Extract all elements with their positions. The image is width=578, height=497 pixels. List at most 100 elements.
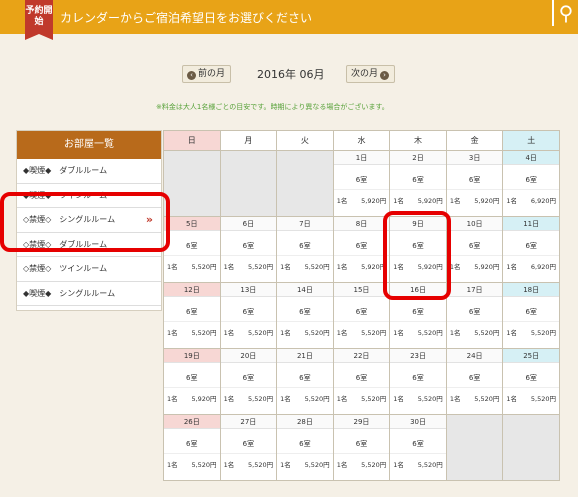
calendar-day-cell[interactable]: 14日 6室 1名 5,520円 <box>276 282 334 349</box>
price-value: 5,520円 <box>474 395 500 403</box>
day-number: 24日 <box>446 349 503 363</box>
rooms-available: 6室 <box>242 374 255 382</box>
next-month-button[interactable]: 次の月 › <box>346 65 396 83</box>
rooms-available: 6室 <box>242 308 255 316</box>
price-row: 1名 5,520円 <box>446 387 503 403</box>
price-row: 1名 5,520円 <box>277 255 333 271</box>
price-value: 5,520円 <box>361 329 387 337</box>
day-number: 28日 <box>277 415 333 429</box>
day-number: 17日 <box>446 283 503 297</box>
guest-count: 1名 <box>449 395 461 403</box>
day-number: 7日 <box>277 217 333 231</box>
calendar-day-cell[interactable]: 2日 6室 1名 5,920円 <box>389 150 447 217</box>
room-item-smoking-single[interactable]: ◆喫煙◆ シングルルーム <box>17 281 161 306</box>
calendar-day-cell[interactable]: 3日 6室 1名 5,920円 <box>445 150 504 217</box>
calendar-day-cell[interactable]: 21日 6室 1名 5,520円 <box>276 348 334 415</box>
calendar-day-cell[interactable]: 18日 6室 1名 5,520円 <box>502 282 560 349</box>
guest-count: 1名 <box>449 263 461 271</box>
calendar-day-cell[interactable]: 1日 6室 1名 5,920円 <box>332 150 391 217</box>
price-value: 5,520円 <box>530 395 556 403</box>
guest-count: 1名 <box>336 461 348 469</box>
price-row: 1名 5,920円 <box>446 189 503 205</box>
current-month: 2016年 06月 <box>257 68 325 81</box>
price-value: 6,920円 <box>530 197 556 205</box>
prev-month-button[interactable]: ‹ 前の月 <box>182 65 232 83</box>
calendar-empty-cell <box>502 414 560 481</box>
rooms-available: 6室 <box>355 242 368 250</box>
weekday-tue: 火 <box>276 130 334 151</box>
guest-count: 1名 <box>393 395 404 403</box>
calendar-day-cell[interactable]: 28日 6室 1名 5,520円 <box>276 414 334 481</box>
price-value: 5,520円 <box>361 395 387 403</box>
calendar-empty-cell <box>163 150 221 217</box>
rooms-available: 6室 <box>468 242 481 250</box>
day-number: 26日 <box>164 415 220 429</box>
room-list-heading: お部屋一覧 <box>17 131 161 159</box>
calendar-day-cell[interactable]: 4日 6室 1名 6,920円 <box>502 150 560 217</box>
day-number: 3日 <box>446 151 503 165</box>
calendar-day-cell[interactable]: 30日 6室 1名 5,520円 <box>389 414 447 481</box>
day-number: 6日 <box>220 217 277 231</box>
calendar-day-cell[interactable]: 22日 6室 1名 5,520円 <box>332 348 391 415</box>
calendar-day-cell[interactable]: 25日 6室 1名 5,520円 <box>502 348 560 415</box>
weekday-thu: 木 <box>389 130 447 151</box>
price-row: 1名 5,520円 <box>277 321 333 337</box>
price-value: 5,520円 <box>417 461 443 469</box>
price-row: 1名 5,520円 <box>390 453 446 469</box>
weekday-wed: 水 <box>332 130 391 151</box>
day-number: 23日 <box>390 349 446 363</box>
calendar-day-cell[interactable]: 15日 6室 1名 5,520円 <box>332 282 391 349</box>
weekday-sat: 土 <box>502 130 560 151</box>
weekday-mon: 月 <box>219 130 278 151</box>
calendar-day-cell[interactable]: 8日 6室 1名 5,920円 <box>332 216 391 283</box>
guest-count: 1名 <box>336 263 348 271</box>
day-number: 13日 <box>220 283 277 297</box>
rooms-available: 6室 <box>299 242 311 250</box>
calendar-day-cell[interactable]: 11日 6室 1名 6,920円 <box>502 216 560 283</box>
guest-count: 1名 <box>167 263 178 271</box>
price-value: 5,920円 <box>361 197 387 205</box>
calendar-week-row: 5日 6室 1名 5,520円 6日 6室 1名 5,520円 7日 6室 1名 5,520円 8日 6室… <box>163 216 560 283</box>
rooms-available: 6室 <box>186 440 198 448</box>
calendar-day-cell[interactable]: 23日 6室 1名 5,520円 <box>389 348 447 415</box>
calendar-day-cell[interactable]: 19日 6室 1名 5,920円 <box>163 348 221 415</box>
rooms-available: 6室 <box>186 308 198 316</box>
search-icon[interactable]: ⚲ <box>552 0 578 26</box>
calendar-day-cell[interactable]: 13日 6室 1名 5,520円 <box>219 282 278 349</box>
price-value: 5,520円 <box>304 395 330 403</box>
calendar-day-cell[interactable]: 20日 6室 1名 5,520円 <box>219 348 278 415</box>
price-value: 5,520円 <box>304 329 330 337</box>
price-value: 5,520円 <box>417 395 443 403</box>
rooms-available: 6室 <box>468 374 481 382</box>
rooms-available: 6室 <box>242 242 255 250</box>
price-row: 1名 5,920円 <box>333 255 390 271</box>
calendar-day-cell[interactable]: 27日 6室 1名 5,520円 <box>219 414 278 481</box>
prev-month-label: 前の月 <box>198 69 226 79</box>
day-number: 15日 <box>333 283 390 297</box>
calendar-day-cell[interactable]: 26日 6室 1名 5,520円 <box>163 414 221 481</box>
calendar-day-cell[interactable]: 29日 6室 1名 5,520円 <box>332 414 391 481</box>
room-item-nonsmoking-twin[interactable]: ◇禁煙◇ ツインルーム <box>17 257 161 282</box>
price-value: 5,520円 <box>417 329 443 337</box>
calendar-day-cell[interactable]: 6日 6室 1名 5,520円 <box>219 216 278 283</box>
calendar-day-cell[interactable]: 24日 6室 1名 5,520円 <box>445 348 504 415</box>
price-row: 1名 5,520円 <box>164 453 220 469</box>
day-number: 12日 <box>164 283 220 297</box>
rooms-available: 6室 <box>299 308 311 316</box>
guest-count: 1名 <box>336 329 348 337</box>
price-value: 5,920円 <box>474 197 500 205</box>
guest-count: 1名 <box>167 461 178 469</box>
price-value: 5,520円 <box>474 329 500 337</box>
price-value: 5,920円 <box>191 395 217 403</box>
calendar-day-cell[interactable]: 17日 6室 1名 5,520円 <box>445 282 504 349</box>
highlight-ring-room <box>0 192 170 252</box>
rooms-available: 6室 <box>299 374 311 382</box>
price-value: 5,520円 <box>248 395 274 403</box>
price-row: 1名 5,520円 <box>390 321 446 337</box>
chevron-right-icon: › <box>380 71 390 80</box>
calendar-day-cell[interactable]: 10日 6室 1名 5,920円 <box>445 216 504 283</box>
room-item-smoking-double[interactable]: ◆喫煙◆ ダブルルーム <box>17 159 161 184</box>
calendar-day-cell[interactable]: 12日 6室 1名 5,520円 <box>163 282 221 349</box>
calendar-day-cell[interactable]: 7日 6室 1名 5,520円 <box>276 216 334 283</box>
calendar-day-cell[interactable]: 5日 6室 1名 5,520円 <box>163 216 221 283</box>
